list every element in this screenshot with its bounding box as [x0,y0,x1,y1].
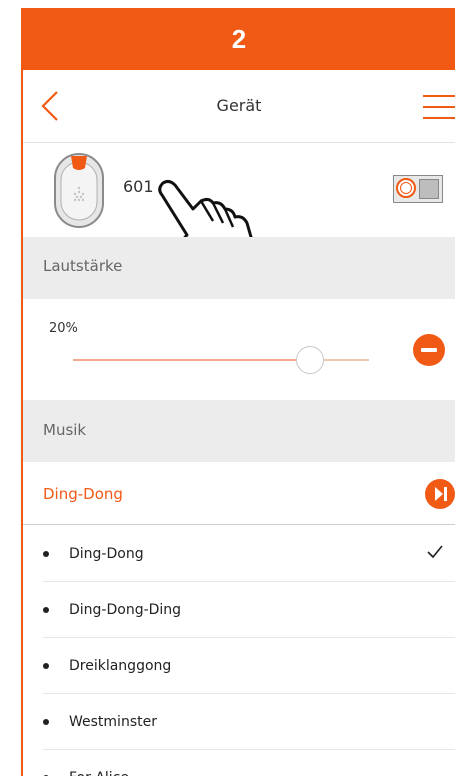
bullet-icon [43,551,49,557]
bullet-icon [43,607,49,613]
volume-section-header: Lautstärke [23,237,455,299]
sound-list: Ding-Dong Ding-Dong-Ding Dreiklanggong West… [23,526,455,776]
volume-row: 20% [23,299,455,400]
sound-list-item-label: Westminster [69,714,157,730]
selected-sound-row[interactable]: Ding-Dong [23,462,455,525]
checkmark-icon [427,545,443,559]
doorbell-device-icon [54,153,104,228]
page-title: Gerät [216,96,262,115]
bullet-icon [43,663,49,669]
volume-percent: 20% [49,321,78,336]
sound-list-item[interactable]: Westminster [43,694,455,750]
bullet-icon [43,719,49,725]
toggle-knob [396,178,416,198]
nav-bar: Gerät [23,70,455,143]
play-sound-button[interactable] [425,479,455,509]
device-row[interactable]: 601 [23,143,455,238]
sound-list-item[interactable]: Ding-Dong [43,526,455,582]
volume-slider-thumb[interactable] [296,346,324,374]
device-toggle[interactable] [393,175,443,203]
toggle-off-square [419,179,439,199]
sound-list-item-label: Ding-Dong-Ding [69,602,182,618]
sound-list-item[interactable]: For Alice [43,750,455,776]
sound-list-item-label: Dreiklanggong [69,658,172,674]
sound-list-item[interactable]: Dreiklanggong [43,638,455,694]
music-section-header: Musik [23,400,455,462]
volume-slider[interactable] [73,346,369,374]
play-skip-icon [435,487,447,501]
app-frame: 2 Gerät 601 Lautstärke 20% Musik Ding-Do… [21,8,455,776]
step-banner: 2 [23,8,455,70]
volume-slider-fill [73,359,310,361]
music-section-label: Musik [43,421,87,439]
step-number: 2 [231,24,247,54]
hamburger-icon[interactable] [423,94,455,120]
sound-list-item-label: For Alice [69,750,129,776]
selected-sound-label: Ding-Dong [43,485,123,503]
sound-list-item-label: Ding-Dong [69,546,144,562]
sound-list-item[interactable]: Ding-Dong-Ding [43,582,455,638]
volume-minus-button[interactable] [413,334,445,366]
device-name: 601 [123,177,154,196]
volume-section-label: Lautstärke [43,257,123,275]
